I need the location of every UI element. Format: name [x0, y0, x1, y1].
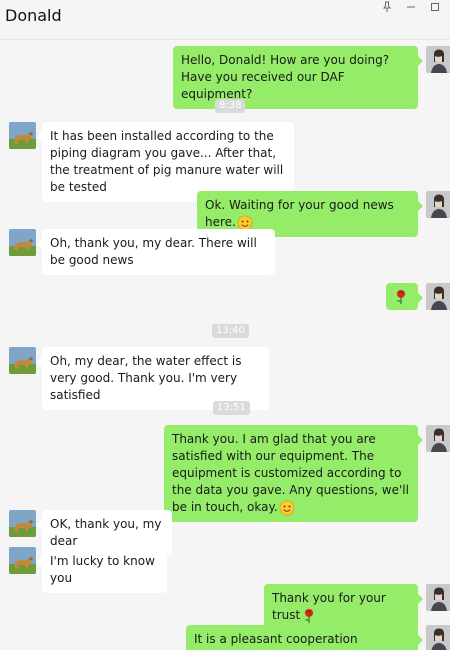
message-text: I'm lucky to know you: [50, 554, 155, 585]
my-avatar[interactable]: [426, 191, 450, 218]
my-avatar[interactable]: [426, 625, 450, 650]
rose-emoji: [301, 608, 317, 624]
chat-area[interactable]: Hello, Donald! How are you doing? Have y…: [0, 41, 450, 650]
message-bubble-outgoing[interactable]: [386, 283, 423, 310]
message-text: It has been installed according to the p…: [50, 129, 284, 194]
message-text: Thank you for your trust: [272, 591, 386, 622]
maximize-icon[interactable]: [424, 0, 446, 14]
contact-avatar[interactable]: [9, 547, 36, 574]
minimize-icon[interactable]: [400, 0, 422, 14]
message-bubble-outgoing[interactable]: Thank you for your trust: [264, 584, 423, 630]
my-avatar[interactable]: [426, 425, 450, 452]
my-avatar[interactable]: [426, 584, 450, 611]
contact-avatar[interactable]: [9, 122, 36, 149]
pin-icon[interactable]: [376, 0, 398, 14]
contact-avatar[interactable]: [9, 510, 36, 537]
message-bubble-outgoing[interactable]: Thank you. I am glad that you are satisf…: [164, 425, 423, 522]
timestamp: 8:38: [215, 99, 246, 113]
timestamp: 13:51: [213, 401, 250, 415]
message-text: Hello, Donald! How are you doing? Have y…: [181, 53, 390, 101]
my-avatar[interactable]: [426, 46, 450, 73]
message-bubble-incoming[interactable]: Oh, thank you, my dear. There will be go…: [37, 229, 275, 275]
contact-avatar[interactable]: [9, 229, 36, 256]
message-bubble-outgoing[interactable]: Hello, Donald! How are you doing? Have y…: [173, 46, 423, 109]
chat-title: Donald: [5, 6, 62, 25]
timestamp: 13:40: [212, 324, 249, 338]
message-bubble-incoming[interactable]: It has been installed according to the p…: [37, 122, 294, 202]
message-text: Ok. Waiting for your good news here.: [205, 198, 394, 229]
message-text: Oh, thank you, my dear. There will be go…: [50, 236, 257, 267]
message-text: Oh, my dear, the water effect is very go…: [50, 354, 242, 402]
message-bubble-incoming[interactable]: I'm lucky to know you: [37, 547, 167, 593]
message-text: It is a pleasant cooperation between us.: [194, 632, 358, 650]
contact-avatar[interactable]: [9, 347, 36, 374]
message-text: OK, thank you, my dear: [50, 517, 162, 548]
my-avatar[interactable]: [426, 283, 450, 310]
message-bubble-outgoing[interactable]: It is a pleasant cooperation between us.: [186, 625, 423, 650]
title-bar: Donald: [0, 0, 450, 40]
smile-emoji: [279, 500, 295, 516]
rose-emoji: [393, 289, 409, 305]
